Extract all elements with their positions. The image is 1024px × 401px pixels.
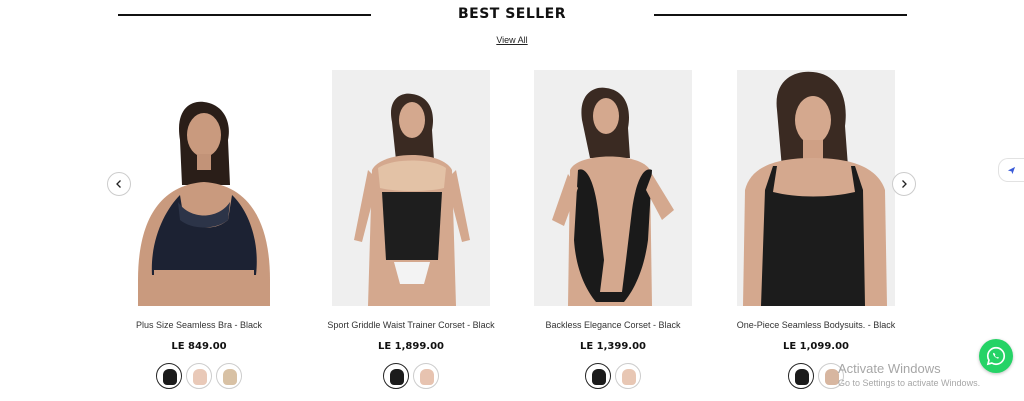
product-title[interactable]: One-Piece Seamless Bodysuits. - Black [697,320,935,330]
product-photo-bodysuit-backless [534,70,692,306]
color-swatches [332,363,490,389]
product-price: LE 1,099.00 [782,341,850,352]
product-price: LE 849.00 [171,341,227,352]
color-swatch[interactable] [216,363,242,389]
section-header: BEST SELLER [0,0,1024,30]
product-photo-waist-trainer [332,70,490,306]
color-swatches [534,363,692,389]
product-photo-one-piece [737,70,895,306]
product-card[interactable]: Sport Griddle Waist Trainer Corset - Bla… [327,70,495,389]
send-icon [1007,166,1016,174]
product-image[interactable] [737,70,895,306]
color-swatches [737,363,895,389]
color-swatches [120,363,278,389]
whatsapp-button[interactable] [979,339,1013,373]
product-price: LE 1,399.00 [579,341,647,352]
product-title[interactable]: Plus Size Seamless Bra - Black [80,320,318,330]
view-all-container: View All [0,35,1024,45]
product-image[interactable] [332,70,490,306]
color-swatch[interactable] [413,363,439,389]
product-image[interactable] [120,70,278,306]
color-swatch[interactable] [186,363,212,389]
color-swatch[interactable] [156,363,182,389]
product-photo-bra [120,70,278,306]
product-card[interactable]: One-Piece Seamless Bodysuits. - Black LE… [737,70,895,389]
product-price: LE 1,899.00 [377,341,445,352]
chevron-right-icon [902,180,907,188]
product-image[interactable] [534,70,692,306]
product-card[interactable]: Backless Elegance Corset - Black LE 1,39… [534,70,692,389]
product-card[interactable]: Plus Size Seamless Bra - Black LE 849.00 [120,70,278,389]
carousel-prev-button[interactable] [107,172,131,196]
side-floating-tab[interactable] [998,158,1024,182]
color-swatch[interactable] [383,363,409,389]
whatsapp-icon [986,346,1006,366]
color-swatch[interactable] [818,363,844,389]
color-swatch[interactable] [615,363,641,389]
color-swatch[interactable] [788,363,814,389]
view-all-link[interactable]: View All [496,35,527,45]
color-swatch[interactable] [585,363,611,389]
carousel-next-button[interactable] [892,172,916,196]
header-divider-right [654,14,907,16]
chevron-left-icon [116,180,121,188]
